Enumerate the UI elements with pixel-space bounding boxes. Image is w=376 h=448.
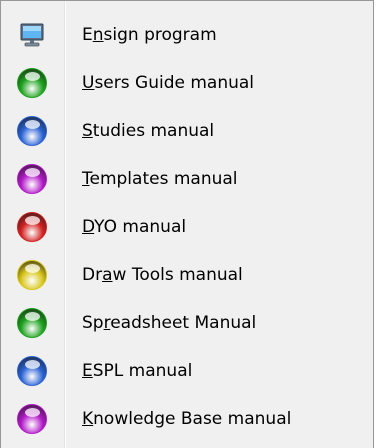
menu-item-espl-manual[interactable]: ESPL manual: [1, 347, 373, 395]
menu-item-label: Knowledge Base manual: [82, 409, 292, 429]
menu-item-label: Ensign program: [82, 25, 217, 45]
menu-item-label: Templates manual: [82, 169, 238, 189]
menu-item-ensign-program[interactable]: Ensign program: [1, 11, 373, 59]
purple-orb-icon: [17, 404, 47, 434]
purple-orb-icon: [17, 164, 47, 194]
menu-item-label: Spreadsheet Manual: [82, 313, 257, 333]
red-orb-icon: [17, 212, 47, 242]
green-orb-icon: [17, 68, 47, 98]
menu-item-label: ESPL manual: [82, 361, 193, 381]
blue-orb-icon: [17, 356, 47, 386]
menu-item-label: Studies manual: [82, 121, 215, 141]
menu-item-draw-tools-manual[interactable]: Draw Tools manual: [1, 251, 373, 299]
context-menu: Ensign program Users Guide manual Studie…: [0, 0, 374, 448]
computer-icon: [1, 11, 63, 59]
menu-item-users-guide-manual[interactable]: Users Guide manual: [1, 59, 373, 107]
menu-item-spreadsheet-manual[interactable]: Spreadsheet Manual: [1, 299, 373, 347]
yellow-orb-icon: [17, 260, 47, 290]
menu-item-label: Draw Tools manual: [82, 265, 243, 285]
menu-item-label: DYO manual: [82, 217, 187, 237]
menu-item-dyo-manual[interactable]: DYO manual: [1, 203, 373, 251]
menu-item-studies-manual[interactable]: Studies manual: [1, 107, 373, 155]
green-orb-icon: [17, 308, 47, 338]
menu-item-label: Users Guide manual: [82, 73, 255, 93]
blue-orb-icon: [17, 116, 47, 146]
menu-item-knowledge-base-manual[interactable]: Knowledge Base manual: [1, 395, 373, 443]
menu-item-templates-manual[interactable]: Templates manual: [1, 155, 373, 203]
